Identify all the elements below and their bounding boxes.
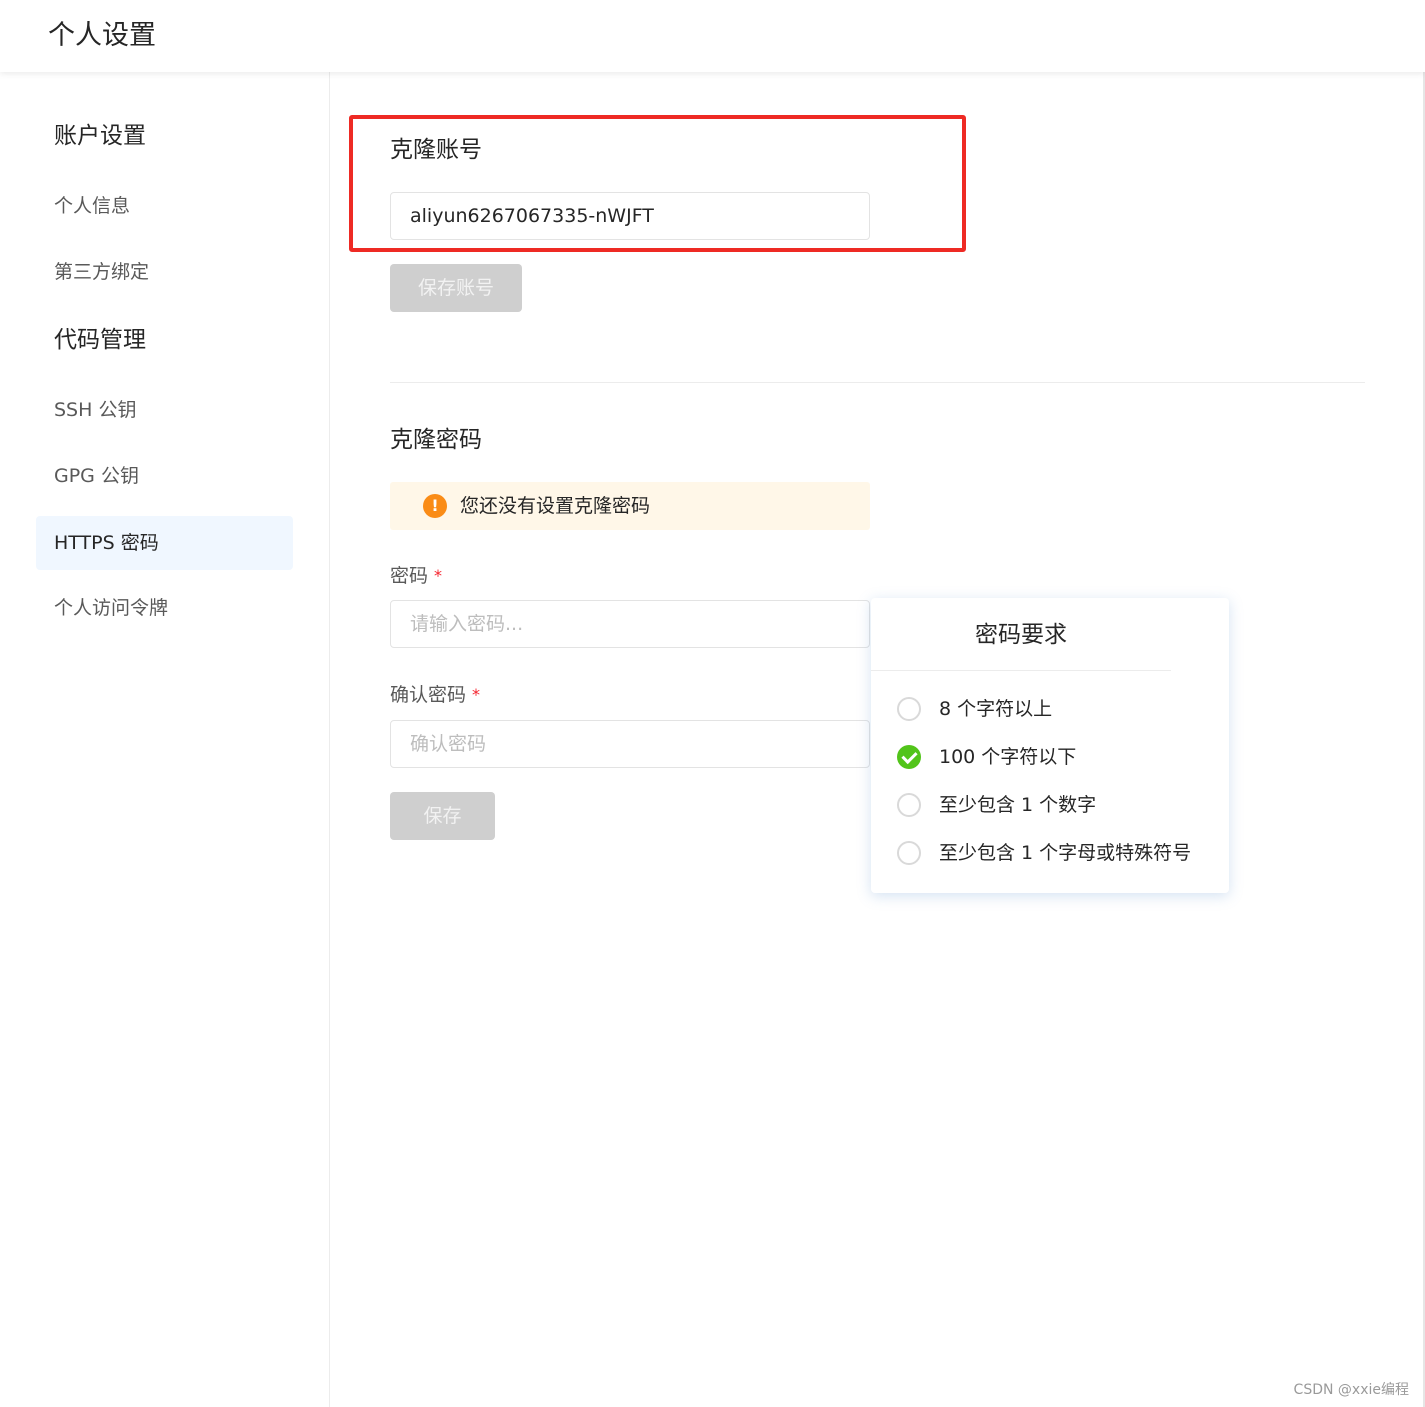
password-label: 密码 * (390, 562, 442, 590)
page-title: 个人设置 (48, 20, 156, 51)
confirm-password-label-text: 确认密码 (390, 684, 467, 706)
alert-text: 您还没有设置克隆密码 (460, 495, 651, 517)
sidebar-group-code-management: 代码管理 (54, 327, 146, 353)
settings-page: 个人设置 账户设置 个人信息 第三方绑定 代码管理 SSH 公钥 GPG 公钥 … (0, 0, 1425, 1407)
password-input[interactable] (390, 600, 870, 648)
clone-password-title: 克隆密码 (390, 427, 482, 453)
sidebar-group-account-settings: 账户设置 (54, 123, 146, 149)
requirement-text: 至少包含 1 个数字 (939, 794, 1097, 816)
requirement-item: 至少包含 1 个字母或特殊符号 (897, 838, 1227, 868)
clone-account-title: 克隆账号 (390, 137, 482, 163)
sidebar: 账户设置 个人信息 第三方绑定 代码管理 SSH 公钥 GPG 公钥 HTTPS… (0, 72, 330, 1407)
password-requirements-popover: 密码要求 8 个字符以上 100 个字符以下 至少包含 1 个数字 至少包含 1… (871, 598, 1229, 893)
sidebar-item-ssh-key[interactable]: SSH 公钥 (36, 383, 293, 437)
requirement-text: 8 个字符以上 (939, 698, 1053, 720)
save-password-button[interactable]: 保存 (390, 792, 495, 840)
watermark: CSDN @xxie编程 (1293, 1382, 1409, 1398)
requirement-item: 至少包含 1 个数字 (897, 790, 1227, 820)
popover-title: 密码要求 (975, 622, 1067, 648)
clone-account-input[interactable] (390, 192, 870, 240)
popover-divider (871, 670, 1171, 671)
empty-circle-icon (897, 793, 921, 817)
required-mark: * (434, 566, 443, 585)
confirm-password-input[interactable] (390, 720, 870, 768)
section-divider (390, 382, 1365, 383)
save-account-button[interactable]: 保存账号 (390, 264, 522, 312)
requirement-item: 100 个字符以下 (897, 742, 1227, 772)
check-circle-icon (897, 745, 921, 769)
requirement-text: 至少包含 1 个字母或特殊符号 (939, 842, 1192, 864)
sidebar-item-personal-info[interactable]: 个人信息 (36, 179, 293, 233)
required-mark: * (472, 685, 481, 704)
password-label-text: 密码 (390, 565, 429, 587)
empty-circle-icon (897, 841, 921, 865)
main-content: 克隆账号 保存账号 克隆密码 ! 您还没有设置克隆密码 密码 * 确认密码 * 保存… (330, 72, 1423, 1407)
sidebar-item-access-token[interactable]: 个人访问令牌 (36, 581, 293, 635)
requirement-item: 8 个字符以上 (897, 694, 1227, 724)
sidebar-item-https-password[interactable]: HTTPS 密码 (36, 516, 293, 570)
exclamation-circle-icon: ! (423, 494, 447, 518)
empty-circle-icon (897, 697, 921, 721)
no-password-alert: ! 您还没有设置克隆密码 (390, 482, 870, 530)
page-header: 个人设置 (0, 0, 1425, 72)
requirement-text: 100 个字符以下 (939, 746, 1077, 768)
confirm-password-label: 确认密码 * (390, 681, 480, 709)
sidebar-item-third-party-binding[interactable]: 第三方绑定 (36, 245, 293, 299)
sidebar-item-gpg-key[interactable]: GPG 公钥 (36, 449, 293, 503)
